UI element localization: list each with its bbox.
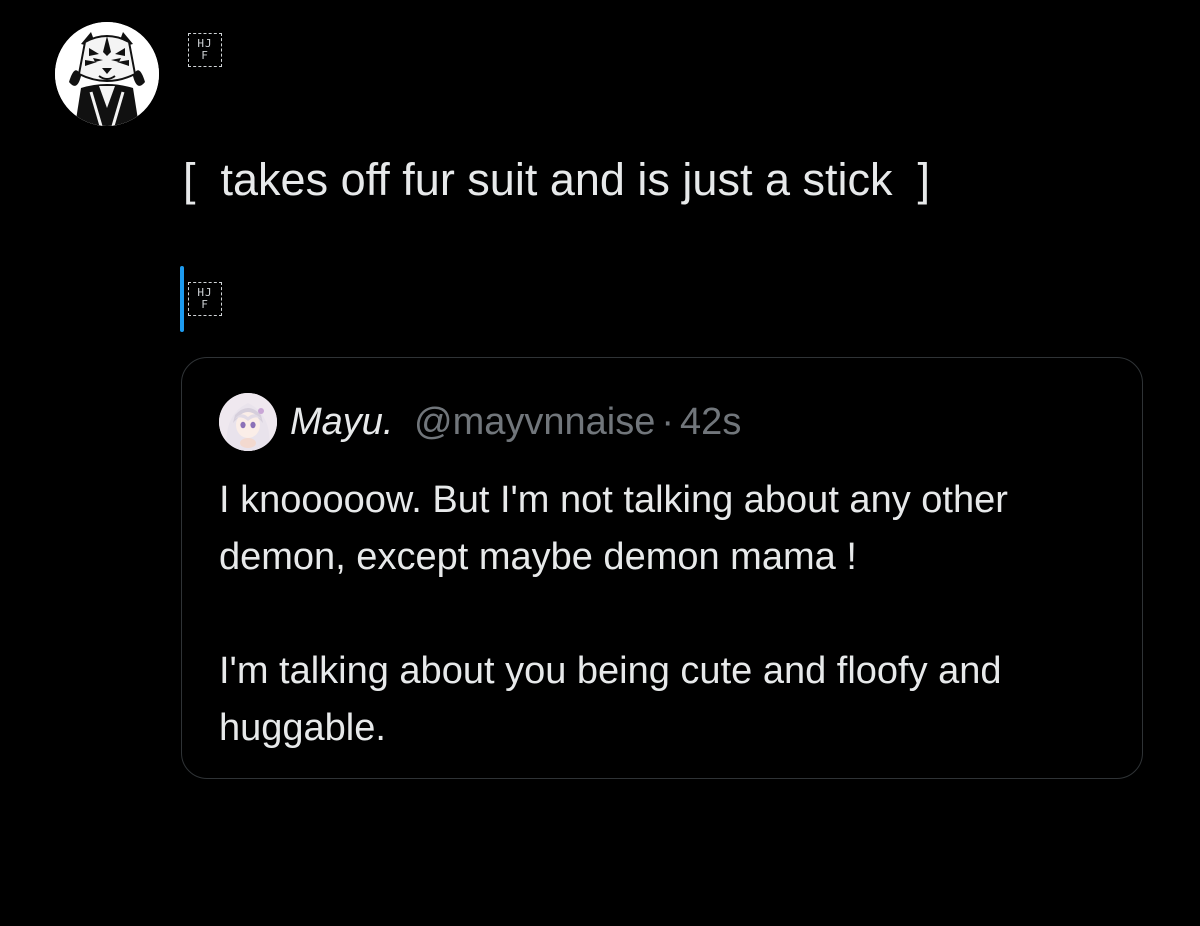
quoted-author-name[interactable]: Mayu. — [290, 401, 393, 443]
quoted-paragraph: I knooooow. But I'm not talking about an… — [219, 479, 1008, 578]
quoted-author-avatar[interactable] — [219, 393, 277, 451]
author-avatar[interactable] — [55, 22, 159, 126]
quoted-author-handle[interactable]: @mayvnnaise — [414, 401, 655, 443]
quoted-timestamp[interactable]: 42s — [680, 401, 741, 443]
glyph-row: F — [201, 49, 209, 62]
author-name-glyph[interactable]: HJ F — [188, 33, 222, 67]
header-separator: · — [661, 401, 675, 443]
quoted-tweet-body: I knooooow. But I'm not talking about an… — [219, 472, 1119, 757]
tiger-mask-icon — [55, 22, 159, 126]
quoted-paragraph: I'm talking about you being cute and flo… — [219, 650, 1002, 749]
anime-girl-icon — [219, 393, 277, 451]
tweet-trailing-glyph: HJ F — [188, 282, 222, 316]
tweet-text: [ takes off fur suit and is just a stick… — [183, 154, 930, 205]
quoted-tweet-header: Mayu. @mayvnnaise · 42s — [290, 400, 741, 444]
glyph-row: F — [201, 298, 209, 311]
quoted-tweet-card[interactable]: Mayu. @mayvnnaise · 42s I knooooow. But I'… — [181, 357, 1143, 779]
text-cursor — [180, 266, 184, 332]
